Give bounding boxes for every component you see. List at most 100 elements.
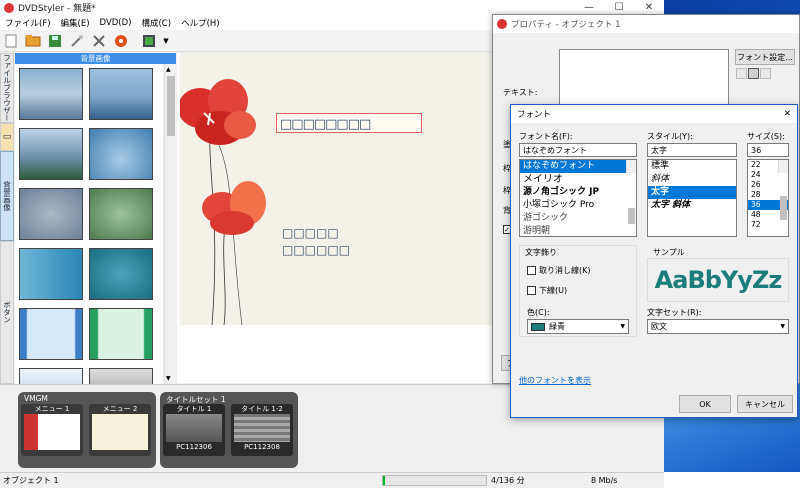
disc-usage-bar: [382, 475, 487, 486]
save-icon[interactable]: [46, 32, 64, 50]
maximize-button[interactable]: ☐: [604, 0, 634, 15]
new-file-icon[interactable]: [2, 32, 20, 50]
font-list-item[interactable]: 游ゴシック: [520, 212, 636, 225]
open-folder-icon[interactable]: [24, 32, 42, 50]
app-logo-icon: [4, 2, 14, 13]
charset-select[interactable]: 欧文 ▼: [647, 319, 789, 334]
background-header: 背景画像: [15, 53, 176, 64]
background-thumbnail[interactable]: [89, 248, 153, 300]
background-thumbnail[interactable]: [19, 368, 83, 384]
background-thumbnail[interactable]: [89, 128, 153, 180]
background-thumbnail-list: [15, 64, 163, 384]
font-list-item[interactable]: 游明朝: [520, 225, 636, 236]
font-settings-button[interactable]: フォント設定...: [735, 49, 795, 65]
strikeout-checkbox[interactable]: [527, 266, 536, 275]
font-dialog: フォント ✕ フォント名(F): はなぞめフォント はなぞめフォント メイリオ …: [510, 104, 798, 418]
menu-title-text-object[interactable]: □□□□□□□□: [276, 113, 422, 133]
tab-file-browser[interactable]: ファイルブラウザー: [0, 53, 14, 123]
background-thumbnail[interactable]: [89, 308, 153, 360]
dropdown-arrow-icon[interactable]: ▼: [162, 32, 170, 50]
font-list-item[interactable]: メイリオ: [520, 173, 636, 186]
size-list-item[interactable]: 72: [748, 220, 788, 230]
font-dialog-close-button[interactable]: ✕: [784, 109, 797, 119]
background-thumbnail[interactable]: [19, 188, 83, 240]
size-input[interactable]: 36: [747, 143, 789, 157]
folder-tab-icon[interactable]: ▭: [0, 123, 14, 151]
underline-checkbox[interactable]: [527, 286, 536, 295]
scroll-up-icon[interactable]: ▲: [166, 66, 171, 73]
background-thumbnail[interactable]: [89, 68, 153, 120]
font-list-item[interactable]: 源ノ角ゴシック JP: [520, 186, 636, 199]
font-list-item[interactable]: 小塚ゴシック Pro: [520, 199, 636, 212]
title-1-2-thumbnail[interactable]: タイトル 1-2 PC112308: [231, 404, 293, 456]
menu-button-text-2[interactable]: □□□□□□: [282, 242, 350, 258]
menu-1-thumbnail[interactable]: メニュー 1: [21, 404, 83, 456]
close-button[interactable]: ✕: [634, 0, 664, 15]
status-duration: 4/136 分: [491, 476, 525, 485]
font-name-input[interactable]: はなぞめフォント: [519, 143, 637, 157]
align-right-icon[interactable]: [760, 68, 771, 79]
chevron-down-icon: ▼: [780, 323, 785, 330]
burn-disc-icon[interactable]: [112, 32, 130, 50]
align-center-icon[interactable]: [748, 68, 759, 79]
charset-label: 文字セット(R):: [647, 308, 702, 317]
scroll-down-icon[interactable]: ▼: [166, 375, 171, 382]
style-list[interactable]: 標準 斜体 太字 太字 斜体: [647, 159, 737, 237]
color-label: 色(C):: [527, 308, 550, 317]
menu-config[interactable]: 構成(C): [136, 17, 176, 29]
title-bar: DVDStyler - 無題* — ☐ ✕: [0, 0, 664, 15]
menu-file[interactable]: ファイル(F): [0, 17, 56, 29]
titleset-group: タイトルセット 1 タイトル 1 PC112306 タイトル 1-2 PC112…: [160, 392, 298, 468]
color-select[interactable]: 緑青 ▼: [527, 319, 629, 334]
menu-dvd[interactable]: DVD(D): [95, 18, 137, 28]
background-thumbnail[interactable]: [19, 68, 83, 120]
scroll-thumb[interactable]: [167, 76, 175, 136]
underline-option[interactable]: 下線(U): [527, 285, 567, 296]
app-logo-icon: [497, 19, 507, 29]
size-list-scrollbar[interactable]: [778, 160, 788, 220]
minimize-button[interactable]: —: [574, 0, 604, 15]
status-object: オブジェクト 1: [3, 476, 59, 485]
menu-button-text-1[interactable]: □□□□□: [282, 225, 339, 241]
add-file-icon[interactable]: [68, 32, 86, 50]
style-label: スタイル(Y):: [647, 132, 693, 141]
status-bar: オブジェクト 1 4/136 分 8 Mb/s: [0, 472, 664, 488]
settings-tools-icon[interactable]: [90, 32, 108, 50]
background-thumbnail[interactable]: [89, 368, 153, 384]
size-list[interactable]: 22 24 26 28 36 48 72: [747, 159, 789, 237]
font-name-list[interactable]: はなぞめフォント メイリオ 源ノ角ゴシック JP 小塚ゴシック Pro 游ゴシッ…: [519, 159, 637, 237]
more-fonts-link[interactable]: 他のフォントを表示: [519, 375, 591, 386]
background-thumbnail[interactable]: [19, 308, 83, 360]
align-left-icon[interactable]: [736, 68, 747, 79]
title-1-thumbnail[interactable]: タイトル 1 PC112306: [163, 404, 225, 456]
style-input[interactable]: 太字: [647, 143, 737, 157]
menu-help[interactable]: ヘルプ(H): [176, 17, 225, 29]
alignment-buttons: [736, 68, 771, 79]
style-list-item[interactable]: 太字 斜体: [648, 199, 736, 212]
window-title: DVDStyler - 無題*: [18, 4, 96, 14]
poppy-artwork: [180, 79, 266, 325]
style-list-item[interactable]: 斜体: [648, 173, 736, 186]
cancel-button[interactable]: キャンセル: [737, 395, 793, 413]
background-thumbnail[interactable]: [19, 128, 83, 180]
background-thumbnail[interactable]: [19, 248, 83, 300]
font-name-label: フォント名(F):: [519, 132, 573, 141]
font-dialog-title-bar: フォント ✕: [511, 105, 797, 123]
font-list-item[interactable]: はなぞめフォント: [520, 160, 636, 173]
tab-background[interactable]: 背景画像: [0, 151, 14, 241]
style-list-item[interactable]: 太字: [648, 186, 736, 199]
background-thumbnail[interactable]: [89, 188, 153, 240]
vmgm-group: VMGM メニュー 1 メニュー 2: [18, 392, 156, 468]
add-title-icon[interactable]: [140, 32, 158, 50]
size-label: サイズ(S):: [747, 132, 785, 141]
style-list-item[interactable]: 標準: [648, 160, 736, 173]
thumbnail-scrollbar[interactable]: ▲ ▼: [164, 64, 176, 384]
ok-button[interactable]: OK: [679, 395, 731, 413]
font-list-scrollbar[interactable]: [626, 160, 636, 224]
menu-2-thumbnail[interactable]: メニュー 2: [89, 404, 151, 456]
strikeout-option[interactable]: 取り消し線(K): [527, 265, 591, 276]
text-label: テキスト:: [503, 88, 538, 97]
menu-edit[interactable]: 編集(E): [56, 17, 95, 29]
size-list-item[interactable]: 26: [748, 180, 788, 190]
tab-buttons[interactable]: ボタン: [0, 241, 14, 384]
